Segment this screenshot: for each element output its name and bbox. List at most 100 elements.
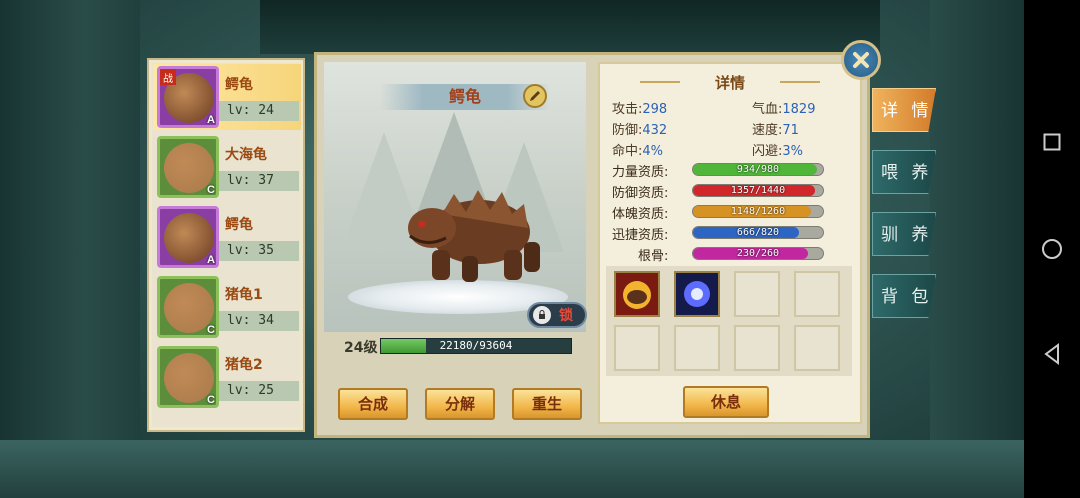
details-title: 详情 — [640, 72, 820, 93]
pet-portrait: A — [157, 206, 219, 268]
skill-slot-empty[interactable] — [674, 325, 720, 371]
stat-value: 298 — [642, 102, 668, 117]
skill-slot-empty[interactable] — [734, 325, 780, 371]
pet-list-level: lv: 24 — [219, 101, 299, 121]
exp-text: 22180/93604 — [439, 339, 513, 352]
lock-label: 锁 — [559, 308, 573, 324]
skill-slot-empty[interactable] — [734, 271, 780, 317]
background-pillar-right — [930, 0, 1025, 498]
stat-row: 防御:432 — [612, 119, 667, 138]
pet-portrait: A 战 — [157, 66, 219, 128]
pet-portrait: C — [157, 136, 219, 198]
aptitude-bar: 230/260 — [692, 247, 824, 260]
pet-grade-badge: C — [207, 324, 215, 336]
home-icon — [1042, 239, 1062, 259]
stat-value: 4% — [642, 144, 664, 159]
aptitude-value: 230/260 — [736, 248, 780, 259]
merge-button[interactable]: 合成 — [338, 388, 408, 420]
stat-row: 速度:71 — [752, 119, 799, 138]
pet-list-name: 大海龟 — [225, 147, 267, 163]
pet-list-level: lv: 37 — [219, 171, 299, 191]
skill-grid — [606, 266, 852, 376]
stat-row: 攻击:298 — [612, 98, 667, 117]
skill-slot-empty[interactable] — [794, 271, 840, 317]
pet-model-turtle — [408, 190, 540, 282]
pet-portrait: C — [157, 276, 219, 338]
rest-button[interactable]: 休息 — [683, 386, 769, 418]
back-icon — [1044, 343, 1059, 365]
pet-list-item[interactable]: A 战 鳄龟 lv: 24 — [153, 64, 301, 130]
stat-label: 气血: — [752, 102, 783, 117]
pet-list-item[interactable]: C 猪龟1 lv: 34 — [153, 274, 301, 340]
aptitude-bar: 1148/1260 — [692, 205, 824, 218]
stat-value: 432 — [642, 123, 668, 138]
turtle-skill-icon — [616, 273, 658, 315]
stat-row: 气血:1829 — [752, 98, 815, 117]
side-tab[interactable]: 驯 养 — [872, 212, 936, 256]
aptitude-bar: 934/980 — [692, 163, 824, 176]
battle-tag-badge: 战 — [160, 69, 176, 85]
pet-list-item[interactable]: A 鳄龟 lv: 35 — [153, 204, 301, 270]
aptitude-label: 根骨: — [638, 249, 669, 264]
pet-list-name: 鳄龟 — [225, 217, 253, 233]
pet-level-label: 24级 — [344, 340, 378, 356]
blue-orb-skill-icon — [676, 273, 718, 315]
aptitude-value: 666/820 — [736, 227, 780, 238]
lock-icon — [533, 306, 551, 324]
exp-bar: 22180/93604 — [380, 338, 572, 354]
pet-list-item[interactable]: C 猪龟2 lv: 25 — [153, 344, 301, 410]
pencil-icon — [530, 91, 540, 101]
recents-icon — [1043, 133, 1061, 151]
skill-slot-empty[interactable] — [614, 325, 660, 371]
stat-label: 攻击: — [612, 102, 643, 117]
pet-list-item[interactable]: C 大海龟 lv: 37 — [153, 134, 301, 200]
aptitude-value: 1357/1440 — [730, 185, 786, 196]
pet-grade-badge: A — [207, 114, 215, 126]
decompose-button[interactable]: 分解 — [425, 388, 495, 420]
background-floor — [0, 440, 1024, 498]
home-button[interactable] — [1040, 237, 1064, 261]
stat-value: 3% — [782, 144, 804, 159]
stat-row: 闪避:3% — [752, 140, 803, 159]
back-button[interactable] — [1040, 342, 1064, 366]
side-tab[interactable]: 喂 养 — [872, 150, 936, 194]
pet-portrait: C — [157, 346, 219, 408]
stat-label: 防御: — [612, 123, 643, 138]
rebirth-button[interactable]: 重生 — [512, 388, 582, 420]
pet-grade-badge: C — [207, 394, 215, 406]
aptitude-value: 934/980 — [736, 164, 780, 175]
pet-grade-badge: A — [207, 254, 215, 266]
side-tab[interactable]: 背 包 — [872, 274, 936, 318]
aptitude-label: 防御资质: — [612, 186, 669, 201]
close-button[interactable] — [841, 40, 881, 80]
pet-list-level: lv: 34 — [219, 311, 299, 331]
recents-button[interactable] — [1040, 130, 1064, 154]
stat-label: 闪避: — [752, 144, 783, 159]
lock-button[interactable]: 锁 — [527, 302, 587, 328]
aptitude-label: 力量资质: — [612, 165, 669, 180]
pet-grade-badge: C — [207, 184, 215, 196]
pet-list-level: lv: 25 — [219, 381, 299, 401]
skill-slot[interactable] — [614, 271, 660, 317]
pet-list[interactable]: A 战 鳄龟 lv: 24 C 大海龟 lv: 37 A 鳄龟 lv: 35 C… — [147, 58, 305, 432]
side-tab[interactable]: 详 情 — [872, 88, 936, 132]
stat-label: 速度: — [752, 123, 783, 138]
pet-list-level: lv: 35 — [219, 241, 299, 261]
aptitude-label: 迅捷资质: — [612, 228, 669, 243]
close-icon — [853, 52, 869, 68]
skill-slot[interactable] — [674, 271, 720, 317]
background-arch — [260, 0, 880, 60]
aptitude-bar: 1357/1440 — [692, 184, 824, 197]
aptitude-value: 1148/1260 — [730, 206, 786, 217]
stat-row: 命中:4% — [612, 140, 663, 159]
skill-slot-empty[interactable] — [794, 325, 840, 371]
system-nav-bar — [1024, 0, 1080, 498]
rename-button[interactable] — [523, 84, 547, 108]
stat-label: 命中: — [612, 144, 643, 159]
pet-list-name: 鳄龟 — [225, 77, 253, 93]
pet-list-name: 猪龟1 — [225, 287, 263, 303]
stat-value: 71 — [782, 123, 799, 138]
stat-value: 1829 — [782, 102, 816, 117]
aptitude-label: 体魄资质: — [612, 207, 669, 222]
background-pillar-left — [0, 0, 140, 498]
